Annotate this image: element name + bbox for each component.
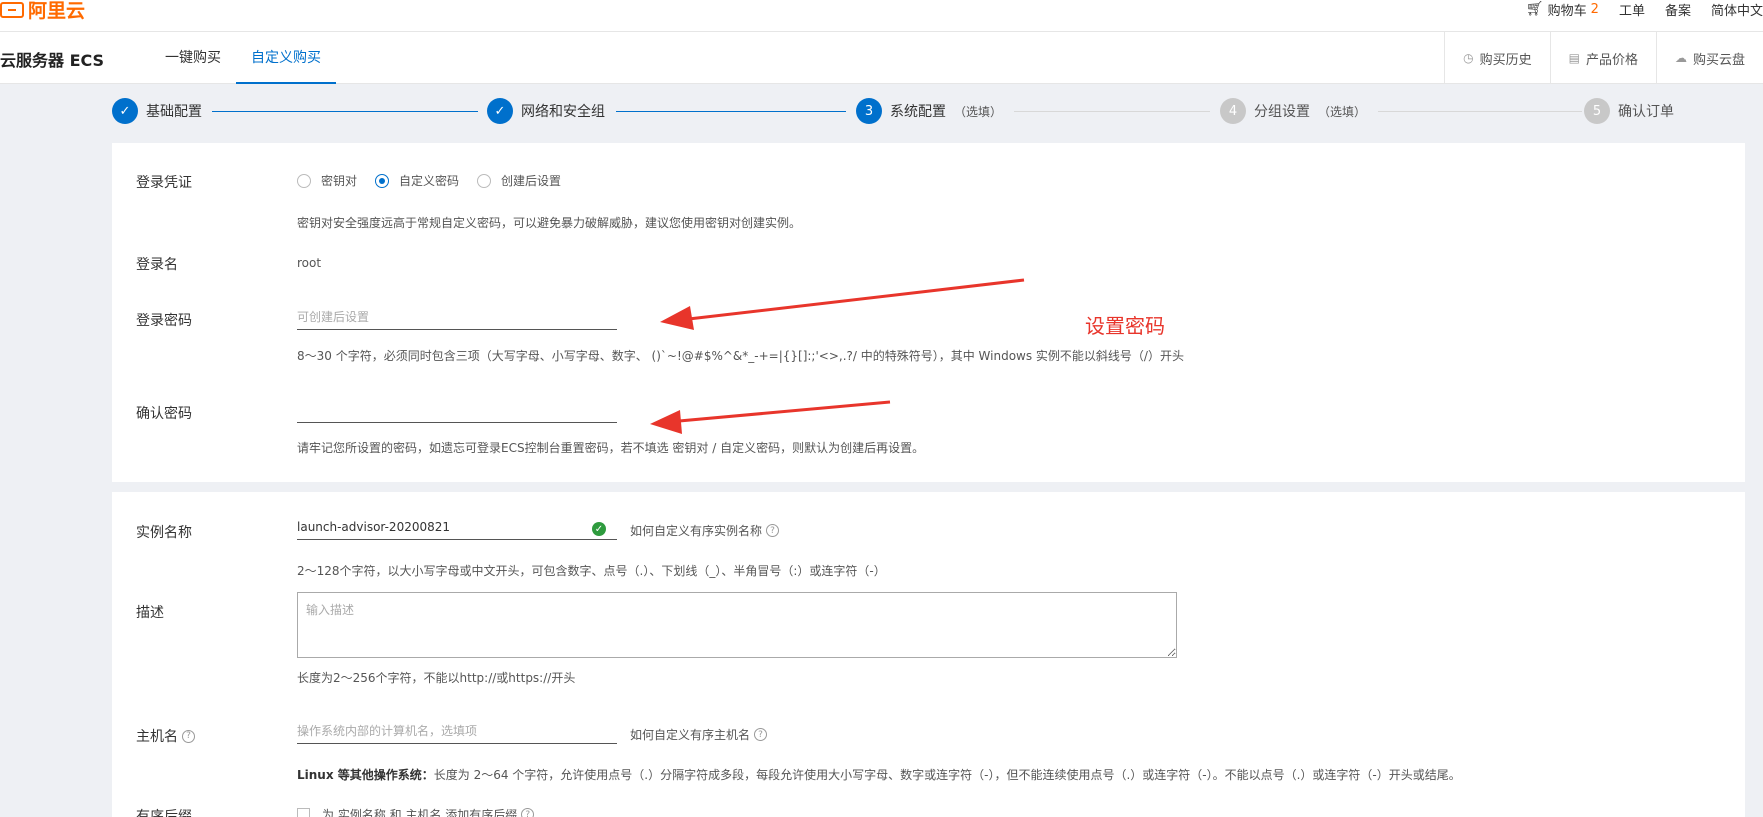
top-bar: 阿里云 🛒︎ 购物车 2 工单 备案 简体中文 bbox=[0, 0, 1763, 32]
radio-label: 创建后设置 bbox=[501, 174, 562, 188]
cart-icon: 🛒︎ bbox=[1525, 1, 1544, 17]
purchase-stepper: ✓ 基础配置 ✓ 网络和安全组 3 系统配置 （选填） 4 分组设置 （选填） … bbox=[112, 98, 1682, 128]
step-connector bbox=[212, 111, 478, 112]
hostname-help-link[interactable]: 如何自定义有序主机名 ? bbox=[630, 726, 768, 743]
radio-custom-password[interactable]: 自定义密码 bbox=[375, 172, 459, 189]
tab-custom-buy[interactable]: 自定义购买 bbox=[236, 32, 336, 84]
ordered-suffix-checkbox[interactable] bbox=[297, 808, 310, 817]
description-label: 描述 bbox=[136, 605, 164, 621]
buy-disk-label: 购买云盘 bbox=[1692, 52, 1745, 68]
step-label: 系统配置 bbox=[890, 104, 946, 120]
credential-hint: 密钥对安全强度远高于常规自定义密码，可以避免暴力破解威胁，建议您使用密钥对创建实… bbox=[297, 216, 802, 230]
step-optional: （选填） bbox=[1318, 104, 1367, 119]
credential-radio-group: 密钥对 自定义密码 创建后设置 bbox=[297, 172, 561, 189]
filing-link[interactable]: 备案 bbox=[1665, 0, 1691, 19]
ordered-suffix-text: 为 实例名称 和 主机名 添加有序后缀 bbox=[322, 808, 518, 817]
instance-name-input[interactable] bbox=[297, 514, 617, 540]
radio-circle bbox=[477, 173, 492, 188]
cart-link[interactable]: 🛒︎ 购物车 2 bbox=[1526, 0, 1599, 19]
step-connector bbox=[1378, 111, 1582, 112]
hostname-hint: Linux 等其他操作系统：长度为 2～64 个字符，允许使用点号（.）分隔字符… bbox=[297, 766, 1461, 783]
valid-check-icon: ✓ bbox=[592, 522, 606, 536]
username-value: root bbox=[297, 256, 322, 270]
cloud-icon: ☁ bbox=[1674, 51, 1687, 65]
hostname-label: 主机名 bbox=[136, 729, 178, 745]
product-price-link[interactable]: ▤ 产品价格 bbox=[1549, 32, 1656, 84]
step-number: 5 bbox=[1584, 98, 1610, 124]
question-icon: ? bbox=[754, 728, 768, 741]
product-price-label: 产品价格 bbox=[1585, 52, 1638, 68]
cart-count: 2 bbox=[1590, 1, 1599, 17]
ticket-link[interactable]: 工单 bbox=[1619, 0, 1645, 19]
step-connector bbox=[616, 111, 846, 112]
document-icon: ▤ bbox=[1568, 51, 1580, 65]
aliyun-logo[interactable]: 阿里云 bbox=[0, 0, 85, 23]
password-hint: 8～30 个字符，必须同时包含三项（大写字母、小写字母、数字、 ()`~!@#$… bbox=[297, 349, 1184, 363]
instance-settings-panel: 实例名称 ✓ 如何自定义有序实例名称 ? 2～128个字符，以大小写字母或中文开… bbox=[112, 492, 1745, 817]
step-check-icon: ✓ bbox=[487, 98, 513, 124]
instance-name-help-text: 如何自定义有序实例名称 bbox=[630, 524, 763, 538]
confirm-password-input[interactable] bbox=[297, 397, 617, 423]
radio-circle bbox=[375, 173, 390, 188]
product-links: ◷ 购买历史 ▤ 产品价格 ☁ 购买云盘 bbox=[1444, 32, 1763, 84]
radio-key-pair[interactable]: 密钥对 bbox=[297, 172, 357, 189]
ordered-suffix-label: 有序后缀 bbox=[136, 809, 192, 817]
step-check-icon: ✓ bbox=[112, 98, 138, 124]
ordered-suffix-option: 为 实例名称 和 主机名 添加有序后缀 ? bbox=[322, 806, 535, 817]
hostname-input[interactable] bbox=[297, 718, 617, 744]
confirm-password-hint: 请牢记您所设置的密码，如遗忘可登录ECS控制台重置密码，若不填选 密钥对 / 自… bbox=[297, 441, 925, 455]
logo-text: 阿里云 bbox=[28, 0, 86, 22]
radio-label: 密钥对 bbox=[321, 174, 358, 188]
instance-name-help-link[interactable]: 如何自定义有序实例名称 ? bbox=[630, 522, 780, 539]
description-hint: 长度为2～256个字符，不能以http://或https://开头 bbox=[297, 671, 576, 685]
step-network-security[interactable]: ✓ 网络和安全组 bbox=[487, 98, 605, 124]
top-nav: 🛒︎ 购物车 2 工单 备案 简体中文 bbox=[1526, 0, 1763, 19]
step-system-config[interactable]: 3 系统配置 （选填） bbox=[856, 98, 1002, 124]
hostname-hint-os: Linux 等其他操作系统： bbox=[297, 768, 434, 782]
step-label: 基础配置 bbox=[146, 104, 202, 120]
purchase-tabs: 一键购买 自定义购买 bbox=[150, 32, 336, 84]
step-label: 确认订单 bbox=[1618, 104, 1674, 120]
product-bar: 云服务器 ECS 一键购买 自定义购买 ◷ 购买历史 ▤ 产品价格 ☁ 购买云盘 bbox=[0, 32, 1763, 84]
purchase-history-link[interactable]: ◷ 购买历史 bbox=[1444, 32, 1550, 84]
step-group-settings[interactable]: 4 分组设置 （选填） bbox=[1220, 98, 1366, 124]
language-switch[interactable]: 简体中文 bbox=[1711, 0, 1763, 19]
password-input[interactable] bbox=[297, 304, 617, 330]
radio-set-later[interactable]: 创建后设置 bbox=[477, 172, 561, 189]
product-title: 云服务器 ECS bbox=[0, 51, 105, 70]
instance-name-hint: 2～128个字符，以大小写字母或中文开头，可包含数字、点号（.）、下划线（_）、… bbox=[297, 564, 886, 578]
aliyun-logo-icon bbox=[0, 1, 24, 18]
credential-label: 登录凭证 bbox=[136, 175, 192, 191]
tab-quick-buy[interactable]: 一键购买 bbox=[150, 32, 236, 84]
password-label: 登录密码 bbox=[136, 313, 192, 329]
purchase-history-label: 购买历史 bbox=[1479, 52, 1532, 68]
hostname-hint-text: 长度为 2～64 个字符，允许使用点号（.）分隔字符成多段，每段允许使用大小写字… bbox=[433, 768, 1461, 782]
step-basic-config[interactable]: ✓ 基础配置 bbox=[112, 98, 202, 124]
annotation-text: 设置密码 bbox=[1085, 314, 1165, 338]
step-confirm-order[interactable]: 5 确认订单 bbox=[1584, 98, 1674, 124]
question-icon[interactable]: ? bbox=[182, 729, 195, 743]
step-number: 3 bbox=[856, 98, 882, 124]
clock-icon: ◷ bbox=[1463, 51, 1474, 65]
description-textarea[interactable] bbox=[297, 592, 1177, 658]
step-optional: （选填） bbox=[954, 104, 1003, 119]
hostname-help-text: 如何自定义有序主机名 bbox=[630, 728, 751, 742]
hostname-label-group: 主机名 ? bbox=[136, 726, 195, 746]
question-icon: ? bbox=[766, 524, 780, 537]
question-icon[interactable]: ? bbox=[521, 808, 535, 817]
step-label: 分组设置 bbox=[1254, 104, 1310, 120]
step-label: 网络和安全组 bbox=[521, 104, 605, 120]
instance-name-label: 实例名称 bbox=[136, 525, 192, 541]
confirm-password-label: 确认密码 bbox=[136, 406, 192, 422]
buy-disk-link[interactable]: ☁ 购买云盘 bbox=[1655, 32, 1763, 84]
radio-label: 自定义密码 bbox=[399, 174, 460, 188]
step-connector bbox=[1014, 111, 1210, 112]
cart-label: 购物车 bbox=[1547, 3, 1587, 19]
radio-circle bbox=[297, 173, 311, 188]
login-settings-panel: 登录凭证 密钥对 自定义密码 创建后设置 密钥对安全强度远高于常规自定义密码，可… bbox=[112, 143, 1745, 482]
step-number: 4 bbox=[1220, 98, 1246, 124]
username-label: 登录名 bbox=[136, 257, 178, 273]
